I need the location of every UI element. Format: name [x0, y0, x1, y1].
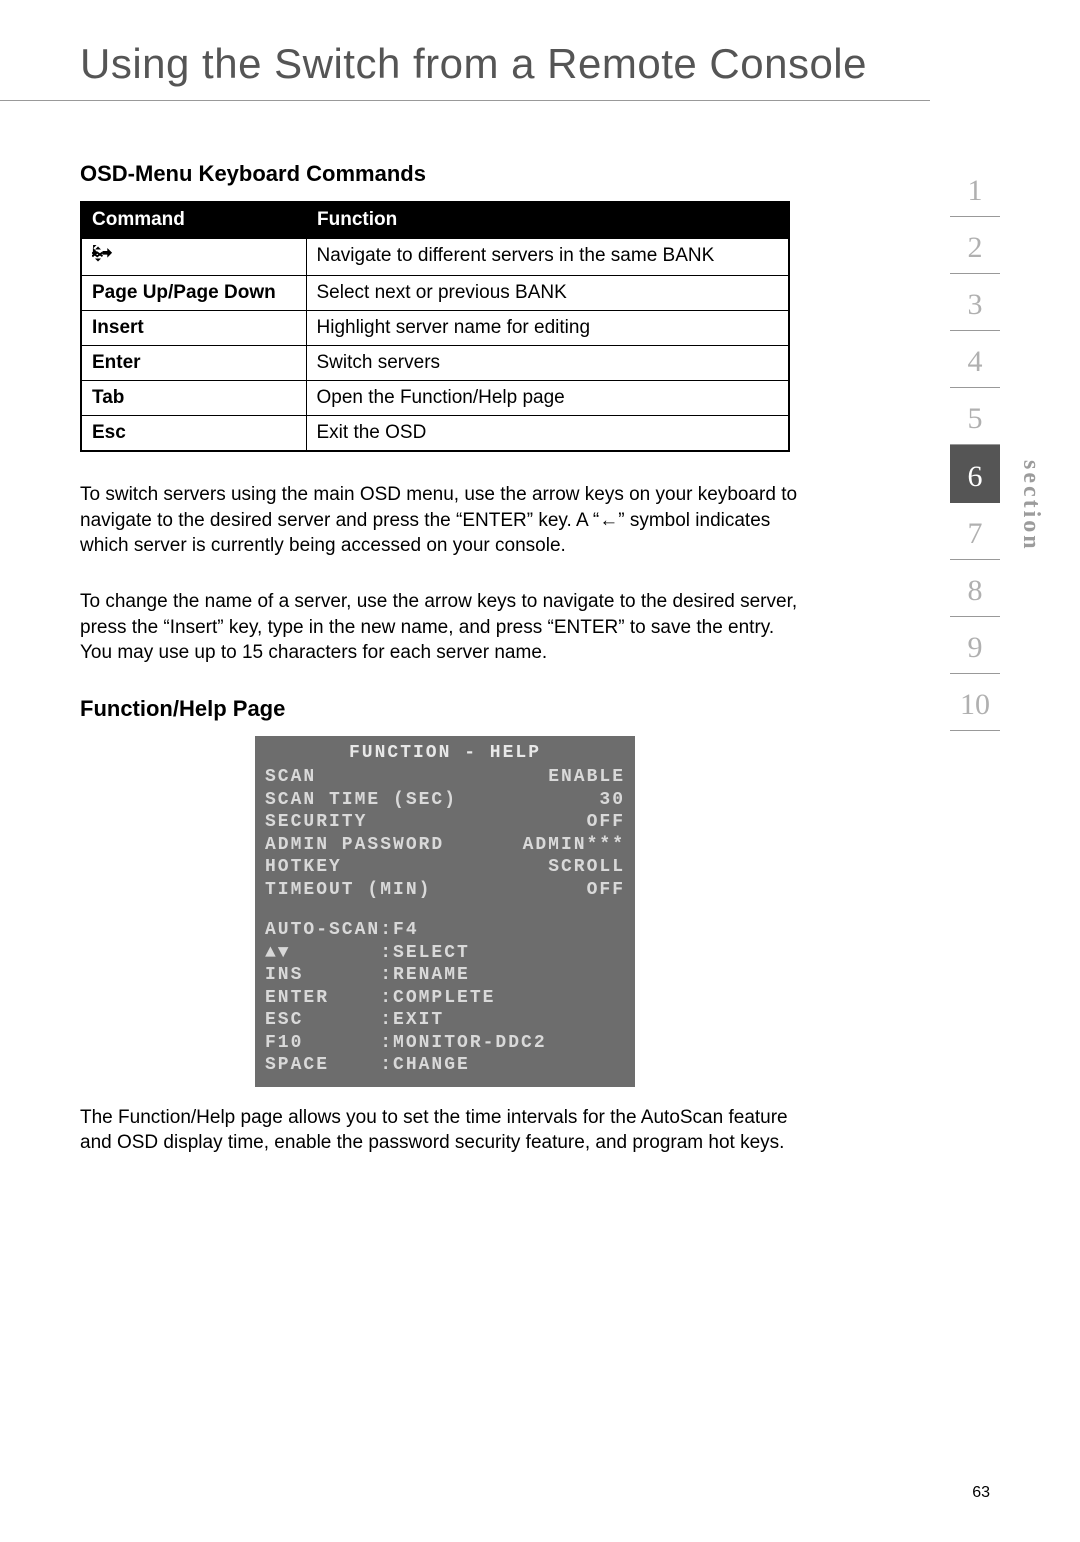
section-nav-item[interactable]: 4	[950, 331, 1000, 388]
section-nav-item[interactable]: 5	[950, 388, 1000, 445]
paragraph: To change the name of a server, use the …	[80, 589, 805, 666]
cell-command: Insert	[81, 311, 306, 346]
osd-help-row: ▲▼ :SELECT	[265, 942, 625, 965]
page-number: 63	[972, 1484, 990, 1502]
paragraph: To switch servers using the main OSD men…	[80, 482, 805, 559]
osd-title: FUNCTION - HELP	[265, 742, 625, 765]
osd-commands-table: Command Function Navigate to different s…	[80, 201, 790, 452]
cell-function: Exit the OSD	[306, 416, 789, 452]
osd-row: TIMEOUT (MIN)OFF	[265, 879, 625, 902]
section-nav-item[interactable]: 8	[950, 560, 1000, 617]
osd-help-row: AUTO-SCAN:F4	[265, 919, 625, 942]
section-nav-item-active[interactable]: 6	[950, 445, 1000, 503]
table-row: Tab Open the Function/Help page	[81, 381, 789, 416]
section-nav-item[interactable]: 7	[950, 503, 1000, 560]
paragraph: The Function/Help page allows you to set…	[80, 1105, 805, 1156]
subhead-function-help: Function/Help Page	[80, 696, 810, 722]
section-nav-item[interactable]: 9	[950, 617, 1000, 674]
main-content: OSD-Menu Keyboard Commands Command Funct…	[0, 101, 810, 1156]
osd-help-row: F10 :MONITOR-DDC2	[265, 1032, 625, 1055]
section-nav-item[interactable]: 3	[950, 274, 1000, 331]
col-command: Command	[81, 202, 306, 238]
cell-function: Select next or previous BANK	[306, 276, 789, 311]
osd-row: SECURITYOFF	[265, 811, 625, 834]
osd-help-row: SPACE :CHANGE	[265, 1054, 625, 1077]
subhead-osd-commands: OSD-Menu Keyboard Commands	[80, 161, 810, 187]
table-row: Navigate to different servers in the sam…	[81, 238, 789, 276]
section-nav-item[interactable]: 10	[950, 674, 1000, 731]
table-row: Insert Highlight server name for editing	[81, 311, 789, 346]
cell-command: Page Up/Page Down	[81, 276, 306, 311]
table-row: Esc Exit the OSD	[81, 416, 789, 452]
table-row: Page Up/Page Down Select next or previou…	[81, 276, 789, 311]
cell-command: Enter	[81, 346, 306, 381]
osd-row: HOTKEYSCROLL	[265, 856, 625, 879]
cell-function: Highlight server name for editing	[306, 311, 789, 346]
table-row: Enter Switch servers	[81, 346, 789, 381]
osd-help-row: ESC :EXIT	[265, 1009, 625, 1032]
osd-help-row: INS :RENAME	[265, 964, 625, 987]
osd-screenshot: FUNCTION - HELP SCANENABLE SCAN TIME (SE…	[255, 736, 635, 1087]
col-function: Function	[306, 202, 789, 238]
cell-function: Switch servers	[306, 346, 789, 381]
section-label: section	[1017, 460, 1044, 552]
section-nav-item[interactable]: 1	[950, 160, 1000, 217]
cell-command: Tab	[81, 381, 306, 416]
osd-help-row: ENTER :COMPLETE	[265, 987, 625, 1010]
page-title: Using the Switch from a Remote Console	[0, 0, 930, 101]
nav-arrows-icon	[92, 247, 122, 268]
section-nav-item[interactable]: 2	[950, 217, 1000, 274]
osd-row: SCAN TIME (SEC)30	[265, 789, 625, 812]
cell-function: Open the Function/Help page	[306, 381, 789, 416]
cell-command: Esc	[81, 416, 306, 452]
osd-row: ADMIN PASSWORDADMIN***	[265, 834, 625, 857]
section-nav: 1 2 3 4 5 6 7 8 9 10	[950, 160, 1000, 731]
osd-row: SCANENABLE	[265, 766, 625, 789]
cell-function: Navigate to different servers in the sam…	[306, 238, 789, 276]
